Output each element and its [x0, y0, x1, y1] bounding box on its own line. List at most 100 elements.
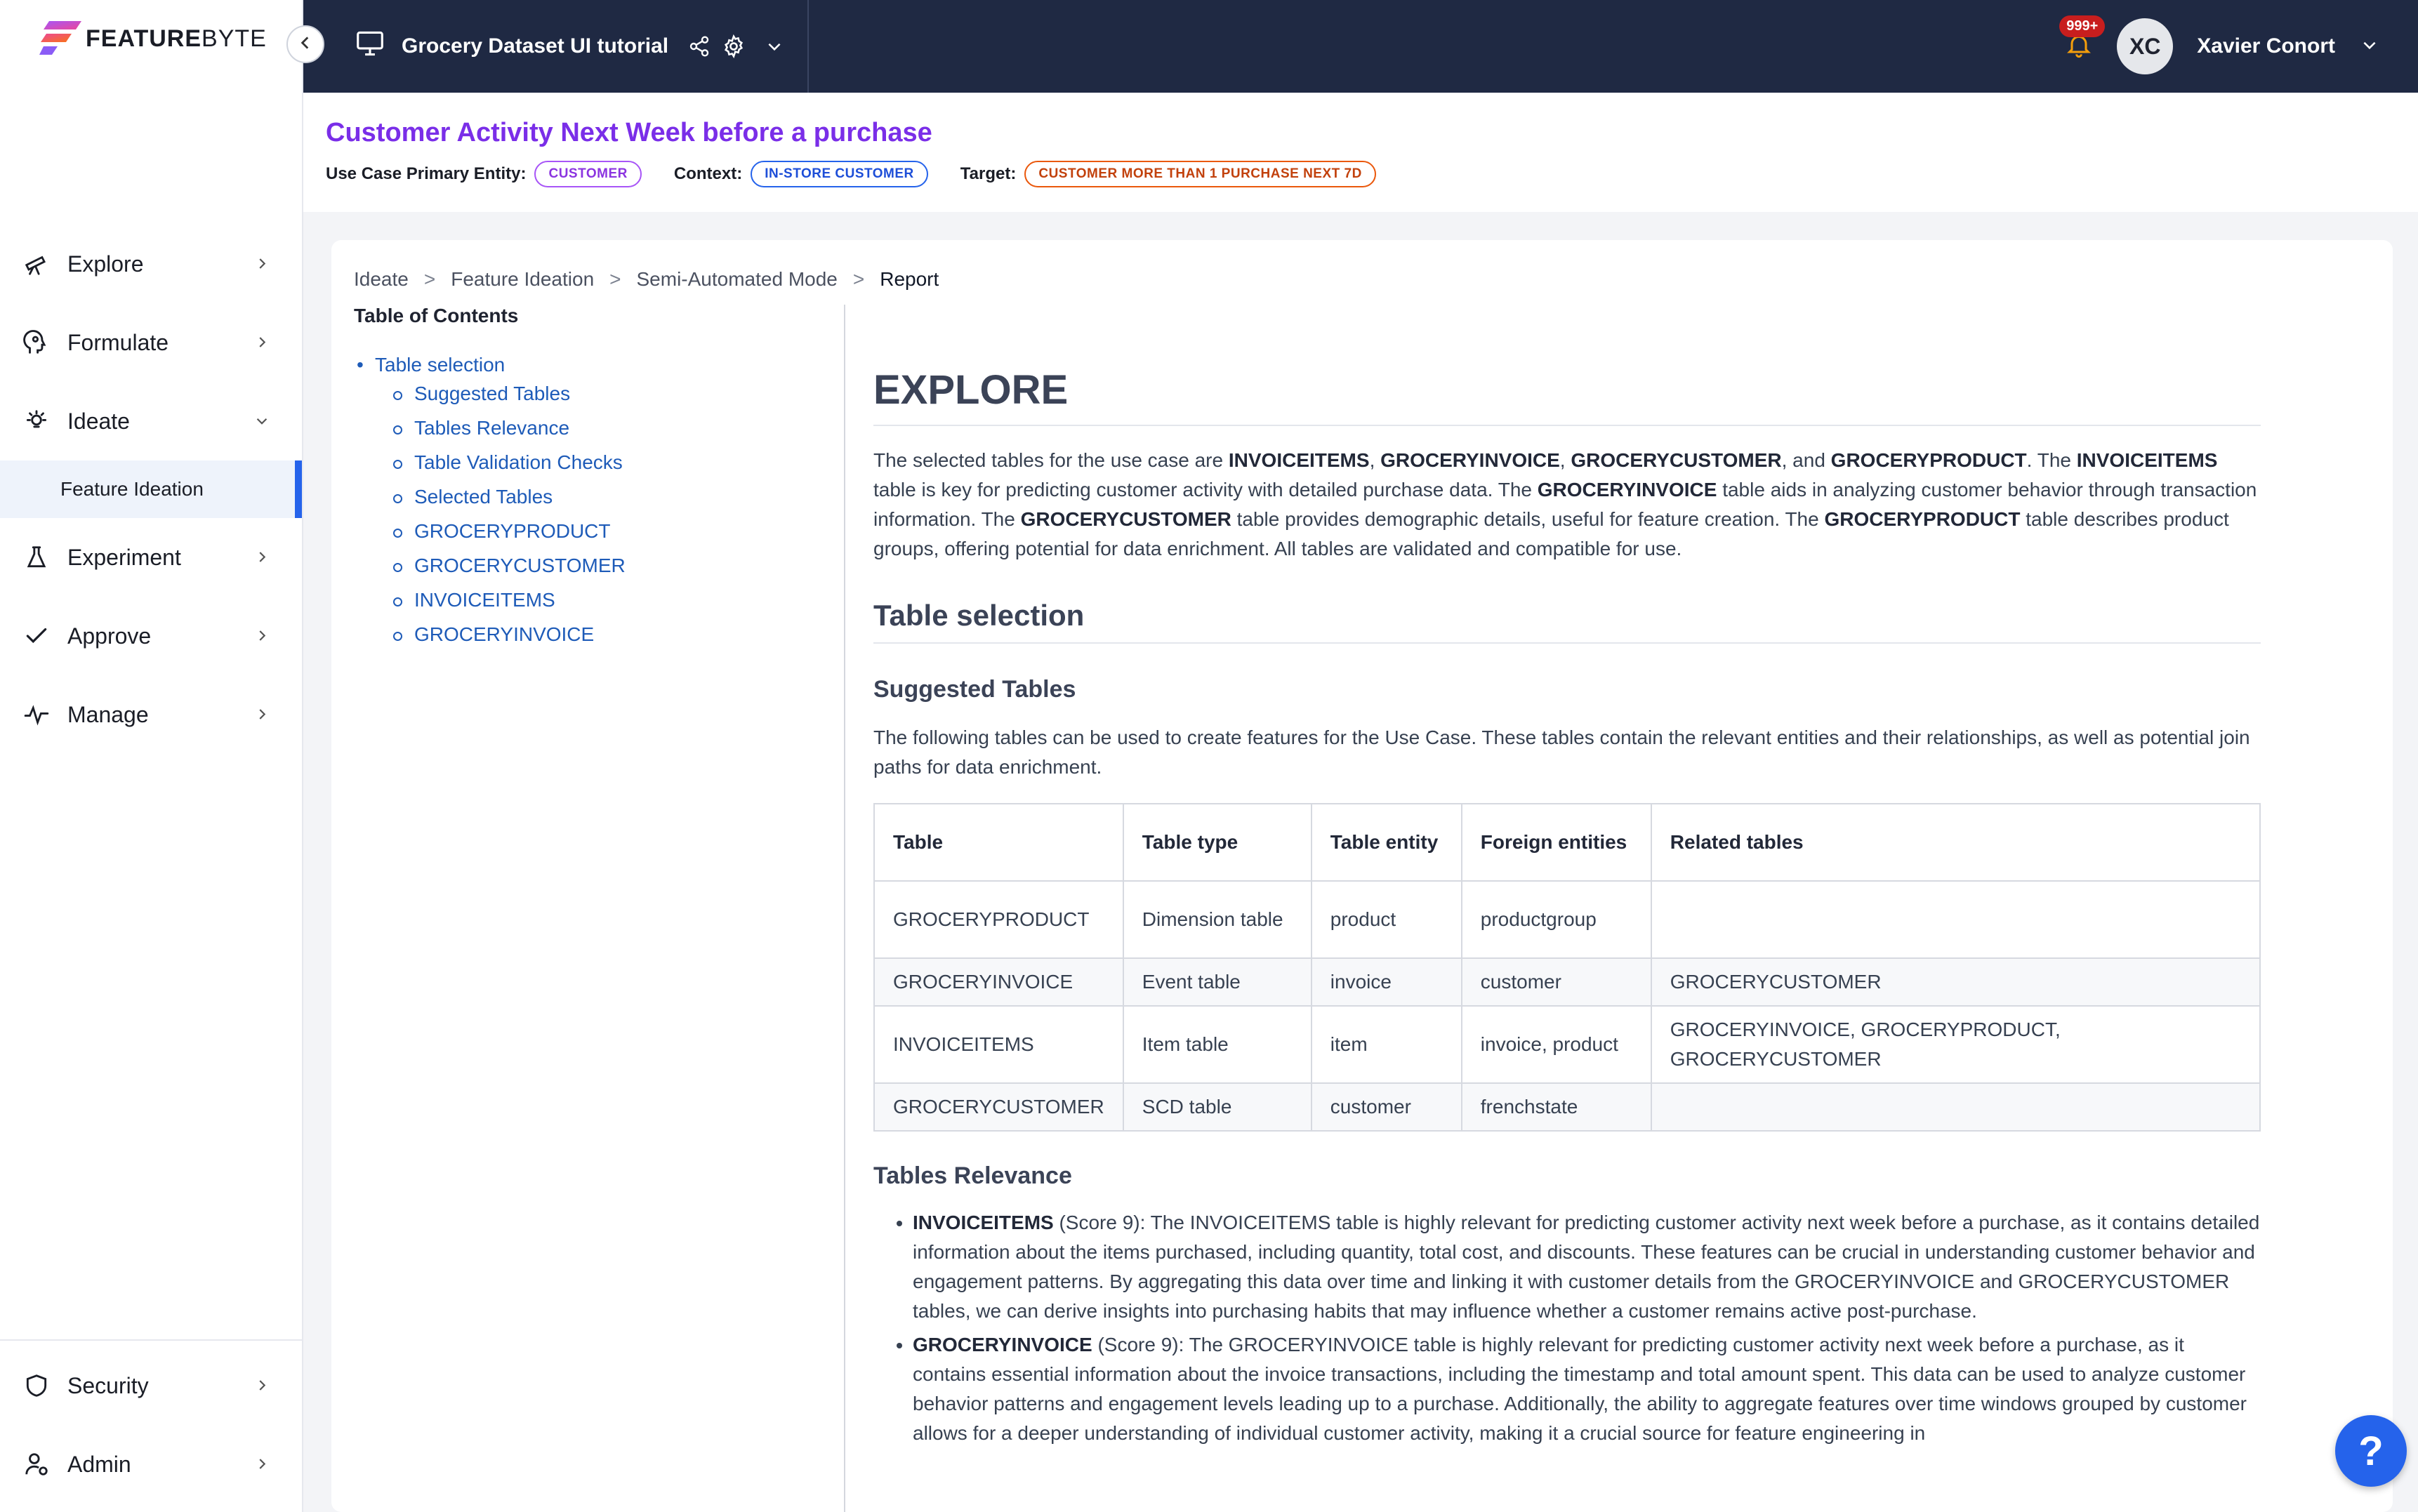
column-header: Foreign entities	[1460, 803, 1652, 882]
share-icon[interactable]	[688, 35, 711, 58]
use-case-header: Customer Activity Next Week before a pur…	[303, 93, 2418, 212]
table-cell: invoice, product	[1460, 1005, 1652, 1084]
flask-icon	[22, 543, 51, 571]
target-badge[interactable]: CUSTOMER MORE THAN 1 PURCHASE NEXT 7D	[1024, 161, 1376, 187]
chevron-down-icon[interactable]	[765, 37, 784, 55]
featurebyte-logo[interactable]: FEATUREBYTE	[39, 18, 267, 59]
chevron-right-icon	[254, 623, 270, 649]
user-name[interactable]: Xavier Conort	[2197, 34, 2335, 58]
table-cell: customer	[1310, 1082, 1462, 1132]
logo-text: FEATUREBYTE	[86, 25, 267, 52]
chevron-right-icon	[254, 1452, 270, 1478]
sidebar-item-experiment[interactable]: Experiment	[0, 518, 302, 597]
toc-divider	[844, 305, 845, 1512]
toc-link[interactable]: Table Validation Checks	[393, 445, 845, 479]
section-heading-tables-relevance: Tables Relevance	[873, 1162, 1072, 1189]
chevron-right-icon	[254, 702, 270, 728]
intro-paragraph: The selected tables for the use case are…	[873, 449, 2257, 559]
toc-link[interactable]: GROCERYPRODUCT	[393, 514, 845, 548]
collapse-sidebar-button[interactable]	[286, 25, 324, 63]
toc-link[interactable]: Selected Tables	[393, 479, 845, 514]
table-cell: GROCERYINVOICE	[873, 957, 1124, 1007]
main-nav: Explore Formulate Ideate Feature Ideatio…	[0, 225, 302, 754]
sidebar-item-admin[interactable]: Admin	[0, 1425, 302, 1504]
head-icon	[22, 329, 51, 357]
sidebar-item-label: Experiment	[67, 544, 181, 570]
table-cell: Item table	[1122, 1005, 1312, 1084]
toc-link[interactable]: GROCERYCUSTOMER	[393, 548, 845, 583]
lightbulb-icon	[22, 407, 51, 435]
toc-link[interactable]: GROCERYINVOICE	[393, 617, 845, 651]
user-area: 999+ XC Xavier Conort	[2059, 0, 2379, 93]
use-case-title[interactable]: Customer Activity Next Week before a pur…	[326, 118, 2418, 148]
sidebar-item-ideate[interactable]: Ideate	[0, 382, 302, 460]
table-cell: GROCERYCUSTOMER	[1650, 957, 2261, 1007]
target-group: Target: CUSTOMER MORE THAN 1 PURCHASE NE…	[960, 161, 1376, 187]
avatar[interactable]: XC	[2117, 18, 2174, 74]
sidebar-item-formulate[interactable]: Formulate	[0, 303, 302, 382]
primary-entity-badge[interactable]: CUSTOMER	[534, 161, 642, 187]
toc-link[interactable]: Tables Relevance	[393, 411, 845, 445]
sidebar-subitem-feature-ideation[interactable]: Feature Ideation	[0, 460, 302, 518]
sidebar-item-security[interactable]: Security	[0, 1346, 302, 1425]
target-label: Target:	[960, 164, 1017, 183]
suggested-intro: The following tables can be used to crea…	[873, 727, 2250, 778]
chevron-right-icon	[254, 251, 270, 277]
table-of-contents: Table of Contents Table selection Sugges…	[354, 305, 845, 651]
notifications-button[interactable]: 999+	[2059, 15, 2106, 62]
table-cell: GROCERYINVOICE, GROCERYPRODUCT, GROCERYC…	[1650, 1005, 2261, 1084]
project-selector[interactable]: Grocery Dataset UI tutorial	[355, 30, 784, 62]
chevron-right-icon	[254, 1373, 270, 1399]
sidebar-item-label: Approve	[67, 623, 152, 649]
chevron-right-icon	[254, 545, 270, 571]
notification-count-badge: 999+	[2059, 15, 2106, 37]
chevron-down-icon[interactable]	[2360, 36, 2379, 58]
chevron-down-icon	[254, 409, 270, 435]
toc-title: Table of Contents	[354, 305, 519, 326]
list-item: INVOICEITEMS (Score 9): The INVOICEITEMS…	[913, 1208, 2261, 1326]
toc-sub-list: Suggested Tables Tables Relevance Table …	[354, 376, 845, 651]
sidebar-item-label: Admin	[67, 1451, 131, 1477]
breadcrumb: Ideate > Feature Ideation > Semi-Automat…	[354, 268, 939, 291]
sidebar-item-approve[interactable]: Approve	[0, 597, 302, 675]
context-badge[interactable]: IN-STORE CUSTOMER	[751, 161, 928, 187]
table-cell: Event table	[1122, 957, 1312, 1007]
table-cell: invoice	[1310, 957, 1462, 1007]
table-row: GROCERYPRODUCT Dimension table product p…	[873, 880, 2261, 959]
table-cell	[1650, 1082, 2261, 1132]
context-group: Context: IN-STORE CUSTOMER	[674, 161, 928, 187]
help-button[interactable]: ?	[2335, 1415, 2407, 1487]
shield-icon	[22, 1372, 51, 1400]
table-cell: SCD table	[1122, 1082, 1312, 1132]
gear-icon[interactable]	[722, 34, 746, 58]
breadcrumb-semi-automated-mode[interactable]: Semi-Automated Mode	[637, 268, 838, 291]
sidebar-item-label: Security	[67, 1372, 149, 1398]
check-icon	[22, 622, 51, 650]
table-cell	[1650, 880, 2261, 959]
toc-link[interactable]: Suggested Tables	[393, 376, 845, 411]
chevron-right-icon	[254, 330, 270, 356]
table-cell: customer	[1460, 957, 1652, 1007]
breadcrumb-ideate[interactable]: Ideate	[354, 268, 409, 291]
sidebar-item-manage[interactable]: Manage	[0, 675, 302, 754]
toc-link-table-selection[interactable]: Table selection	[357, 354, 845, 376]
breadcrumb-separator: >	[852, 268, 865, 290]
section-heading-suggested-tables: Suggested Tables	[873, 676, 1076, 703]
project-name: Grocery Dataset UI tutorial	[402, 34, 669, 58]
breadcrumb-feature-ideation[interactable]: Feature Ideation	[451, 268, 594, 291]
telescope-icon	[22, 250, 51, 278]
table-cell: frenchstate	[1460, 1082, 1652, 1132]
table-cell: INVOICEITEMS	[873, 1005, 1124, 1084]
breadcrumb-separator: >	[423, 268, 436, 290]
toc-link[interactable]: INVOICEITEMS	[393, 583, 845, 617]
monitor-icon	[355, 30, 385, 62]
breadcrumb-report: Report	[880, 268, 939, 290]
list-item: GROCERYINVOICE (Score 9): The GROCERYINV…	[913, 1330, 2261, 1448]
column-header: Table entity	[1310, 803, 1462, 882]
sidebar: FEATUREBYTE Explore Formulate Ideate Fea…	[0, 0, 303, 1512]
sidebar-item-explore[interactable]: Explore	[0, 225, 302, 303]
sidebar-item-label: Ideate	[67, 408, 130, 434]
table-cell: item	[1310, 1005, 1462, 1084]
user-gear-icon	[22, 1450, 51, 1478]
use-case-meta: Use Case Primary Entity: CUSTOMER Contex…	[326, 161, 2418, 187]
